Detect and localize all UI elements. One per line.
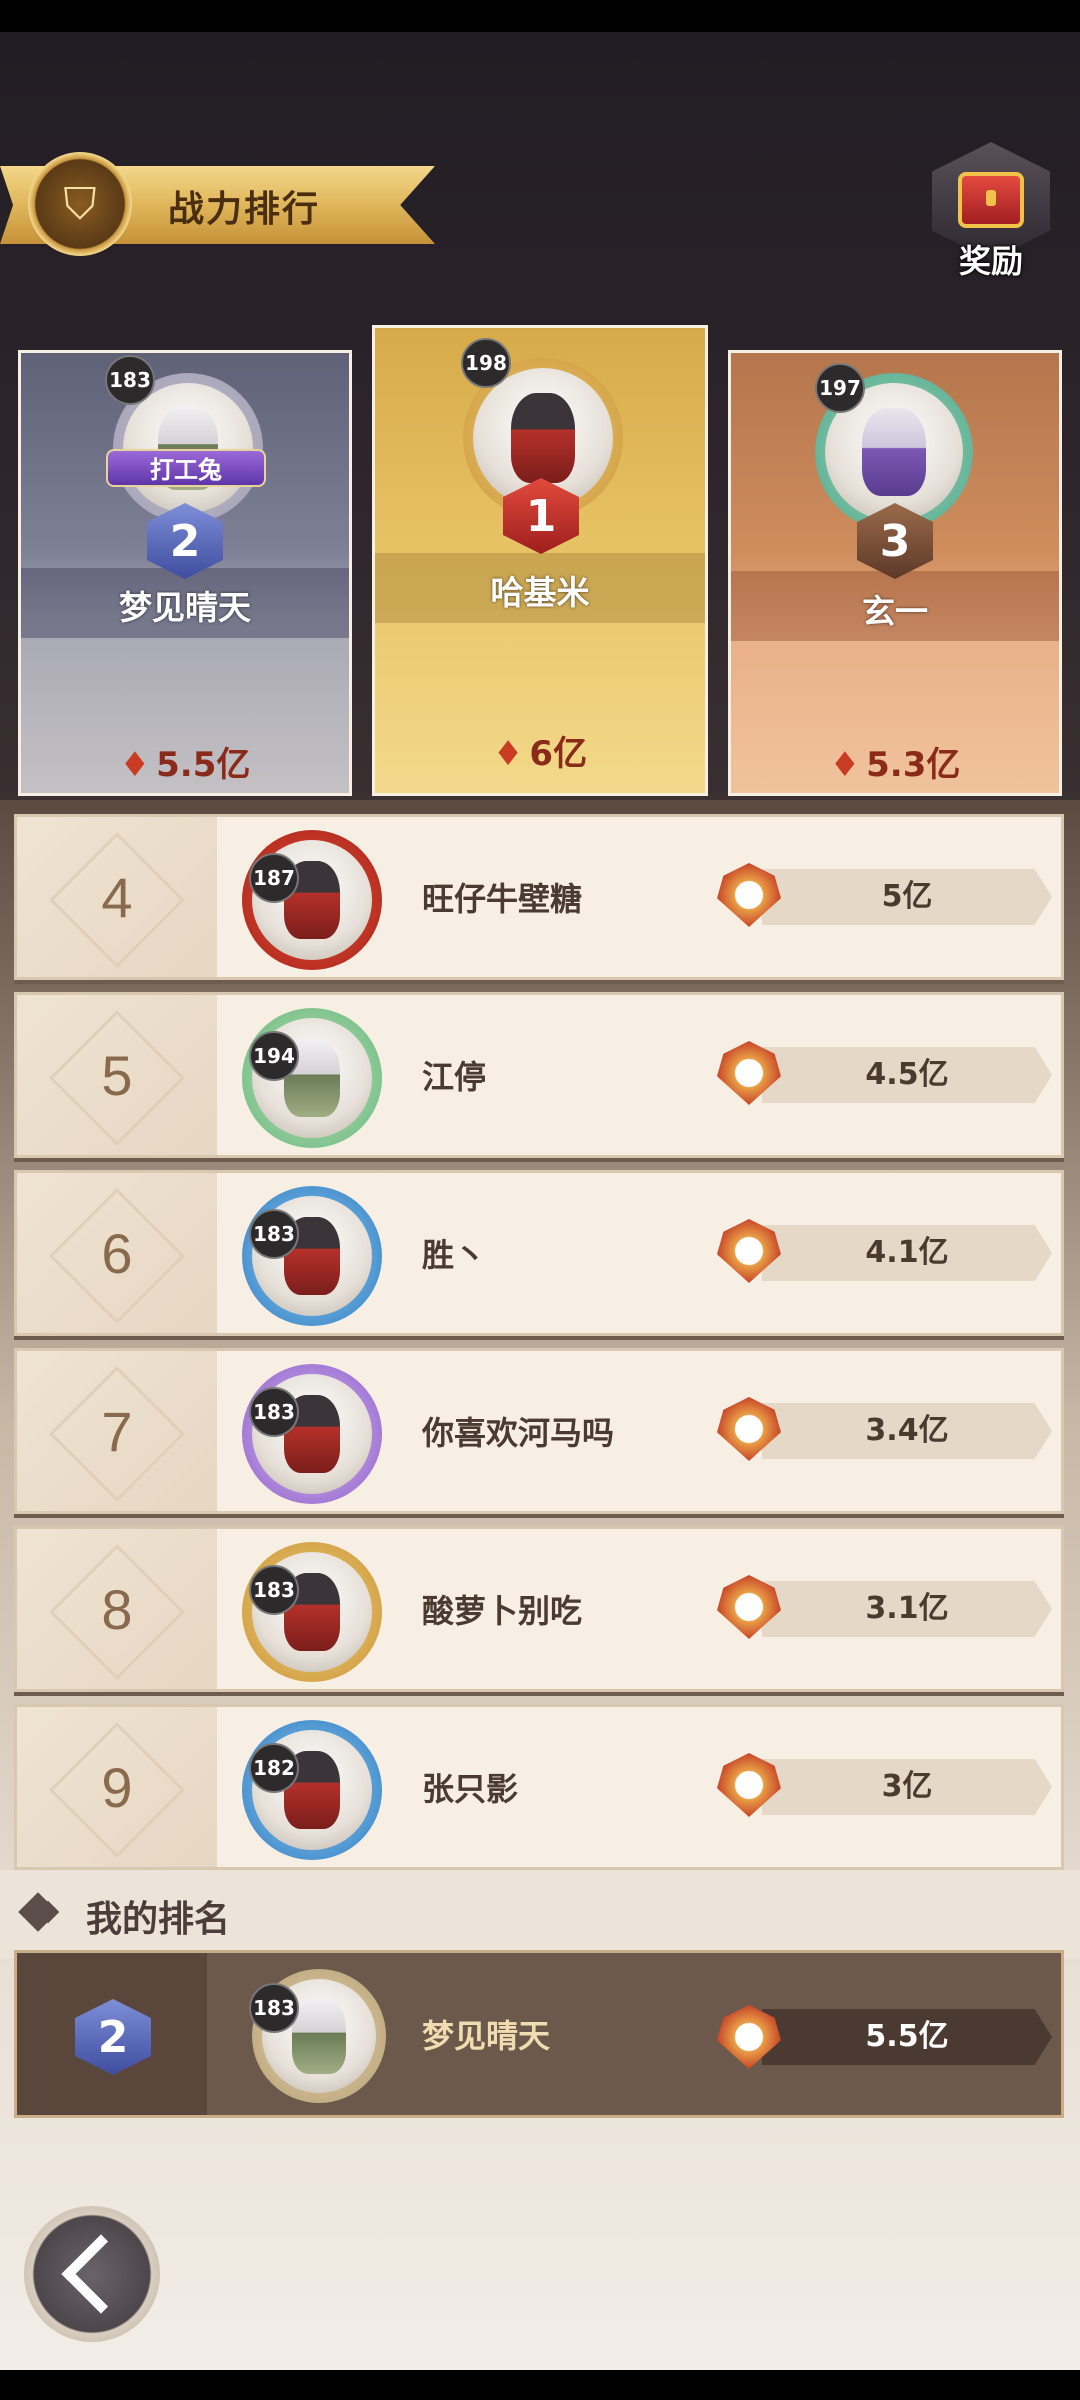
level-badge: 194 bbox=[249, 1031, 299, 1081]
level-badge: 197 bbox=[815, 363, 865, 413]
power-value: 5亿 bbox=[881, 879, 933, 914]
back-arrow-icon bbox=[61, 2234, 141, 2314]
power-value: ♦ 5.3亿 bbox=[829, 745, 961, 785]
player-name: 梦见晴天 bbox=[422, 2017, 551, 2055]
ranking-row[interactable]: 8 183 酸萝卜别吃 3.1亿 bbox=[14, 1526, 1064, 1692]
navigation-bar bbox=[0, 2370, 1080, 2400]
podium-card-rank-1[interactable]: 198 1 哈基米 ♦ 6亿 bbox=[372, 325, 708, 796]
level-badge: 183 bbox=[249, 1983, 299, 2033]
my-rank-label: 我的排名 bbox=[86, 1899, 231, 1940]
treasure-chest-icon bbox=[958, 172, 1024, 228]
player-name: 哈基米 bbox=[490, 573, 590, 612]
ranking-row[interactable]: 5 194 江停 4.5亿 bbox=[14, 992, 1064, 1158]
reward-button[interactable]: 奖励 bbox=[926, 142, 1056, 282]
rank-number: 5 bbox=[101, 1043, 133, 1107]
hero-sprite bbox=[511, 393, 575, 483]
player-name: 旺仔牛壁糖 bbox=[422, 880, 583, 918]
player-name: 张只影 bbox=[422, 1770, 519, 1808]
power-value: 4.1亿 bbox=[865, 1235, 949, 1270]
ranking-row[interactable]: 6 183 胜丶 4.1亿 bbox=[14, 1170, 1064, 1336]
status-bar bbox=[0, 0, 1080, 32]
power-icon: ♦ bbox=[492, 734, 524, 774]
level-badge: 183 bbox=[249, 1387, 299, 1437]
page-title: 战力排行 bbox=[168, 189, 321, 230]
rank-number: 8 bbox=[101, 1577, 133, 1641]
rank-number: 7 bbox=[101, 1399, 133, 1463]
level-badge: 187 bbox=[249, 853, 299, 903]
power-value: ♦ 5.5亿 bbox=[119, 745, 251, 785]
ranking-row[interactable]: 7 183 你喜欢河马吗 3.4亿 bbox=[14, 1348, 1064, 1514]
reward-label: 奖励 bbox=[958, 242, 1023, 280]
power-value: 5.5亿 bbox=[865, 2019, 949, 2054]
player-name: 酸萝卜别吃 bbox=[422, 1592, 583, 1630]
power-value: ♦ 6亿 bbox=[492, 734, 588, 774]
power-value: 3.4亿 bbox=[865, 1413, 949, 1448]
level-badge: 183 bbox=[105, 355, 155, 405]
hero-sprite bbox=[292, 1998, 346, 2074]
player-name: 你喜欢河马吗 bbox=[422, 1414, 615, 1452]
rank-number: 6 bbox=[101, 1221, 133, 1285]
player-name: 胜丶 bbox=[422, 1236, 487, 1274]
power-icon: ♦ bbox=[829, 745, 861, 785]
shield-emblem-icon: ⛉ bbox=[28, 152, 132, 256]
my-rank-row[interactable]: 2 183 梦见晴天 5.5亿 bbox=[14, 1950, 1064, 2118]
rank-number: 4 bbox=[101, 865, 133, 929]
rank-number: 9 bbox=[101, 1755, 133, 1819]
ranking-row[interactable]: 9 182 张只影 3亿 bbox=[14, 1704, 1064, 1870]
player-name: 玄一 bbox=[862, 592, 928, 631]
power-value: 3.1亿 bbox=[865, 1591, 949, 1626]
back-button[interactable] bbox=[24, 2206, 160, 2342]
podium-card-rank-2[interactable]: 183 打工兔 2 梦见晴天 ♦ 5.5亿 bbox=[18, 350, 352, 796]
ranking-row[interactable]: 4 187 旺仔牛壁糖 5亿 bbox=[14, 814, 1064, 980]
title-banner: ⛉ 战力排行 bbox=[0, 152, 435, 256]
level-badge: 182 bbox=[249, 1743, 299, 1793]
power-value: 4.5亿 bbox=[865, 1057, 949, 1092]
level-badge: 198 bbox=[461, 338, 511, 388]
title-tag: 打工兔 bbox=[106, 449, 266, 487]
player-name: 梦见晴天 bbox=[119, 588, 251, 627]
level-badge: 183 bbox=[249, 1209, 299, 1259]
power-icon: ♦ bbox=[119, 745, 151, 785]
power-value: 3亿 bbox=[881, 1769, 933, 1804]
hero-sprite bbox=[862, 407, 926, 497]
my-rank-header: 我的排名 bbox=[0, 1870, 1080, 1958]
podium-card-rank-3[interactable]: 197 3 玄一 ♦ 5.3亿 bbox=[728, 350, 1062, 796]
player-name: 江停 bbox=[422, 1058, 487, 1096]
level-badge: 183 bbox=[249, 1565, 299, 1615]
